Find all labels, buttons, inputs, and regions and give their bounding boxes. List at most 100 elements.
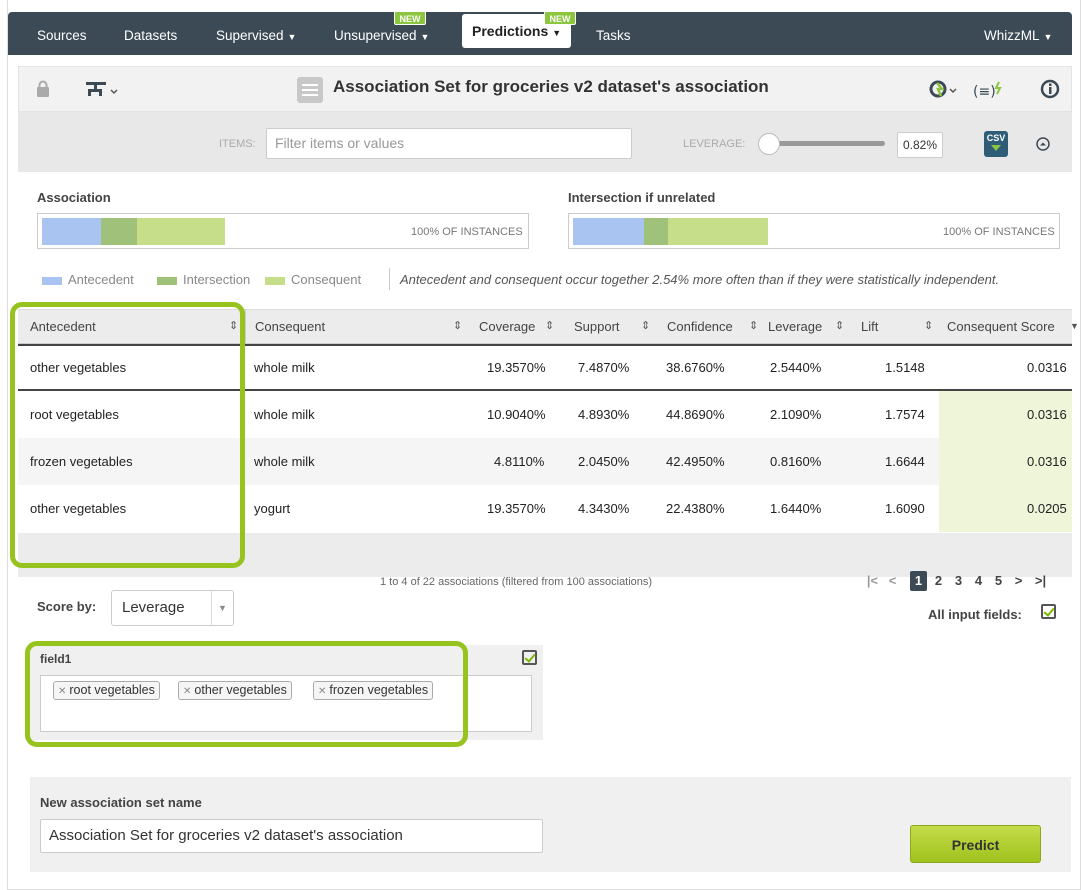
cell-consequent: whole milk	[254, 407, 315, 422]
items-label: ITEMS:	[219, 138, 256, 150]
cell-score: 0.0316	[1027, 454, 1067, 469]
cell-confidence: 38.6760%	[666, 360, 725, 375]
new-badge: NEW	[394, 11, 426, 25]
lock-icon[interactable]	[36, 80, 50, 98]
score-by-select[interactable]: Leverage ▼	[111, 590, 234, 626]
cell-coverage: 10.9040%	[487, 407, 546, 422]
col-consequent[interactable]: Consequent	[255, 309, 325, 344]
csv-download-button[interactable]: CSV	[984, 131, 1008, 157]
download-arrow-icon	[991, 145, 1001, 151]
page-4[interactable]: 4	[970, 571, 987, 591]
all-input-fields-checkbox[interactable]	[1041, 604, 1056, 619]
cell-coverage: 4.8110%	[494, 454, 545, 469]
page-2[interactable]: 2	[930, 571, 947, 591]
cell-score: 0.0205	[1027, 501, 1067, 516]
new-set-name-value: Association Set for groceries v2 dataset…	[49, 827, 403, 844]
chevron-down-icon: ▼	[552, 28, 562, 38]
refresh-icon[interactable]	[928, 79, 960, 101]
sort-icon[interactable]: ⇕	[749, 309, 758, 344]
nav-tasks-label: Tasks	[596, 28, 631, 43]
nav-whizzml[interactable]: WhizzML ▼	[984, 12, 1052, 55]
page-1[interactable]: 1	[910, 571, 927, 591]
last-page-icon[interactable]: >|	[1032, 571, 1049, 591]
items-filter-input[interactable]: Filter items or values	[266, 128, 632, 159]
intersection-swatch	[157, 276, 177, 285]
leverage-slider-handle[interactable]	[758, 133, 780, 155]
cell-leverage: 2.1090%	[770, 407, 822, 422]
legend-divider	[389, 268, 390, 290]
leverage-value: 0.82%	[903, 138, 938, 152]
nav-tasks[interactable]: Tasks	[596, 12, 631, 55]
field1-checkbox[interactable]	[522, 650, 537, 665]
nav-sources[interactable]: Sources	[37, 12, 87, 55]
legend-antecedent: Antecedent	[42, 272, 134, 287]
legend-antecedent-label: Antecedent	[68, 272, 134, 287]
cell-leverage: 0.8160%	[770, 454, 822, 469]
leverage-label: LEVERAGE:	[683, 138, 746, 150]
cell-score: 0.0316	[1027, 360, 1067, 375]
score-by-value: Leverage	[122, 599, 185, 616]
cell-lift: 1.7574	[885, 407, 925, 422]
sort-icon[interactable]: ⇕	[835, 309, 844, 344]
all-input-fields-label: All input fields:	[928, 607, 1022, 622]
cell-score: 0.0316	[1027, 407, 1067, 422]
page-3[interactable]: 3	[950, 571, 967, 591]
chevron-down-icon: ▼	[287, 32, 297, 42]
cell-lift: 1.6090	[885, 501, 925, 516]
col-coverage[interactable]: Coverage	[479, 309, 535, 344]
next-page-icon[interactable]: >	[1010, 571, 1027, 591]
col-consequent-score[interactable]: Consequent Score	[947, 309, 1055, 344]
score-by-label: Score by:	[37, 599, 97, 614]
cell-consequent: whole milk	[254, 360, 315, 375]
first-page-icon[interactable]: |<	[864, 571, 881, 591]
legend-consequent: Consequent	[265, 272, 361, 287]
nav-supervised-label: Supervised	[216, 28, 284, 43]
cell-lift: 1.5148	[885, 360, 925, 375]
leverage-slider-track[interactable]	[777, 141, 885, 146]
cell-consequent: whole milk	[254, 454, 315, 469]
sort-icon[interactable]: ⇕	[641, 309, 650, 344]
col-confidence[interactable]: Confidence	[667, 309, 733, 344]
leverage-value-input[interactable]: 0.82%	[897, 132, 943, 158]
antecedent-swatch	[42, 276, 62, 285]
consequent-swatch	[265, 276, 285, 285]
formula-icon[interactable]: (≡)	[973, 80, 1007, 102]
cell-confidence: 44.8690%	[666, 407, 725, 422]
col-support[interactable]: Support	[574, 309, 620, 344]
antecedent-highlight	[10, 302, 245, 568]
legend-intersection: Intersection	[157, 272, 250, 287]
col-lift[interactable]: Lift	[861, 309, 878, 344]
new-set-name-input[interactable]: Association Set for groceries v2 dataset…	[40, 819, 543, 853]
page-title: Association Set for groceries v2 dataset…	[333, 77, 769, 96]
collapse-icon[interactable]	[1036, 137, 1050, 151]
legend-intersection-label: Intersection	[183, 272, 251, 287]
intersection-segment	[101, 218, 137, 245]
cell-confidence: 22.4380%	[666, 501, 725, 516]
info-icon[interactable]	[1040, 79, 1060, 99]
intersection-title: Intersection if unrelated	[568, 190, 716, 205]
nav-supervised[interactable]: Supervised ▼	[216, 12, 296, 55]
svg-text:(≡): (≡)	[973, 84, 996, 100]
association-title: Association	[37, 190, 111, 205]
tree-icon[interactable]	[86, 80, 122, 98]
pager-summary: 1 to 4 of 22 associations (filtered from…	[380, 576, 653, 588]
consequent-segment	[668, 218, 768, 245]
nav-datasets-label: Datasets	[124, 28, 178, 43]
sort-icon[interactable]: ⇕	[545, 309, 554, 344]
prev-page-icon[interactable]: <	[884, 571, 901, 591]
sort-icon[interactable]: ⇕	[453, 309, 462, 344]
col-divider	[245, 309, 246, 344]
sort-desc-icon[interactable]: ▼	[1070, 309, 1079, 344]
col-leverage[interactable]: Leverage	[768, 309, 822, 344]
nav-sources-label: Sources	[37, 28, 87, 43]
cell-confidence: 42.4950%	[666, 454, 725, 469]
items-filter-placeholder: Filter items or values	[275, 135, 405, 151]
antecedent-segment	[573, 218, 644, 245]
cell-support: 4.8930%	[578, 407, 630, 422]
nav-datasets[interactable]: Datasets	[124, 12, 177, 55]
new-set-label: New association set name	[40, 795, 202, 810]
sort-icon[interactable]: ⇕	[924, 309, 933, 344]
page-5[interactable]: 5	[990, 571, 1007, 591]
predict-button[interactable]: Predict	[910, 825, 1041, 863]
intersection-caption: 100% OF INSTANCES	[943, 226, 1055, 238]
